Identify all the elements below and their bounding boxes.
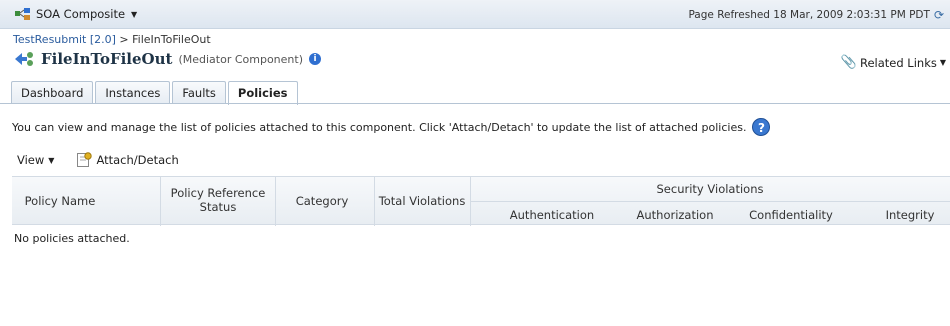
attach-detach-button[interactable]: Attach/Detach — [76, 152, 179, 168]
tab-instances[interactable]: Instances — [95, 81, 171, 104]
description-text: You can view and manage the list of poli… — [12, 120, 747, 134]
top-bar: SOA Composite ▼ Page Refreshed 18 Mar, 2… — [0, 0, 950, 29]
component-header: FileInToFileOut (Mediator Component) i — [13, 50, 321, 68]
breadcrumb-separator: > — [119, 33, 129, 46]
breadcrumb-current: FileInToFileOut — [132, 33, 211, 46]
breadcrumb-parent-link[interactable]: TestResubmit [2.0] — [13, 33, 116, 46]
paperclip-icon: 📎 — [840, 55, 857, 70]
attach-detach-icon — [76, 152, 93, 168]
column-group-security-violations: Security Violations — [656, 182, 764, 196]
column-integrity[interactable]: Integrity — [870, 208, 950, 222]
chevron-down-icon: ▼ — [939, 58, 946, 67]
tab-policies[interactable]: Policies — [227, 81, 298, 105]
policies-table-header: Policy Name Policy Reference Status Cate… — [12, 176, 950, 226]
page-title: FileInToFileOut — [41, 50, 173, 68]
tab-bar: Dashboard Instances Faults Policies — [11, 81, 300, 105]
view-menu[interactable]: View ▼ — [17, 153, 54, 167]
column-total-violations[interactable]: Total Violations — [374, 194, 470, 208]
page-refresh-status: Page Refreshed 18 Mar, 2009 2:03:31 PM P… — [688, 8, 944, 22]
tab-faults[interactable]: Faults — [172, 81, 226, 104]
mediator-component-icon — [13, 50, 35, 68]
column-policy-reference-status[interactable]: Policy Reference Status — [168, 186, 268, 214]
refresh-icon[interactable]: ⟳ — [934, 8, 944, 22]
chevron-down-icon: ▼ — [48, 155, 55, 165]
refresh-timestamp: Page Refreshed 18 Mar, 2009 2:03:31 PM P… — [688, 9, 930, 21]
tab-dashboard[interactable]: Dashboard — [11, 81, 94, 104]
related-links-label: Related Links — [859, 55, 937, 70]
soa-composite-menu[interactable]: SOA Composite ▼ — [14, 7, 137, 21]
info-icon[interactable]: i — [309, 53, 321, 65]
column-category[interactable]: Category — [275, 194, 369, 208]
component-type: (Mediator Component) — [178, 52, 303, 66]
header-group-divider — [470, 201, 950, 202]
tab-divider — [0, 103, 950, 104]
column-policy-name[interactable]: Policy Name — [20, 194, 100, 208]
policies-description: You can view and manage the list of poli… — [12, 118, 771, 136]
related-links-menu[interactable]: 📎 Related Links ▼ — [841, 55, 946, 70]
view-label: View — [17, 153, 45, 167]
column-authorization[interactable]: Authorization — [620, 208, 730, 222]
composite-app-icon — [14, 7, 32, 21]
column-divider — [160, 177, 161, 226]
policies-toolbar: View ▼ Attach/Detach — [17, 152, 179, 168]
breadcrumb: TestResubmit [2.0] > FileInToFileOut — [13, 33, 211, 46]
column-authentication[interactable]: Authentication — [492, 208, 612, 222]
chevron-down-icon: ▼ — [131, 9, 138, 19]
column-confidentiality[interactable]: Confidentiality — [736, 208, 846, 222]
empty-table-message: No policies attached. — [14, 232, 130, 245]
soa-composite-label: SOA Composite — [36, 7, 126, 21]
attach-detach-label: Attach/Detach — [96, 153, 179, 167]
help-icon[interactable]: ? — [752, 118, 771, 136]
